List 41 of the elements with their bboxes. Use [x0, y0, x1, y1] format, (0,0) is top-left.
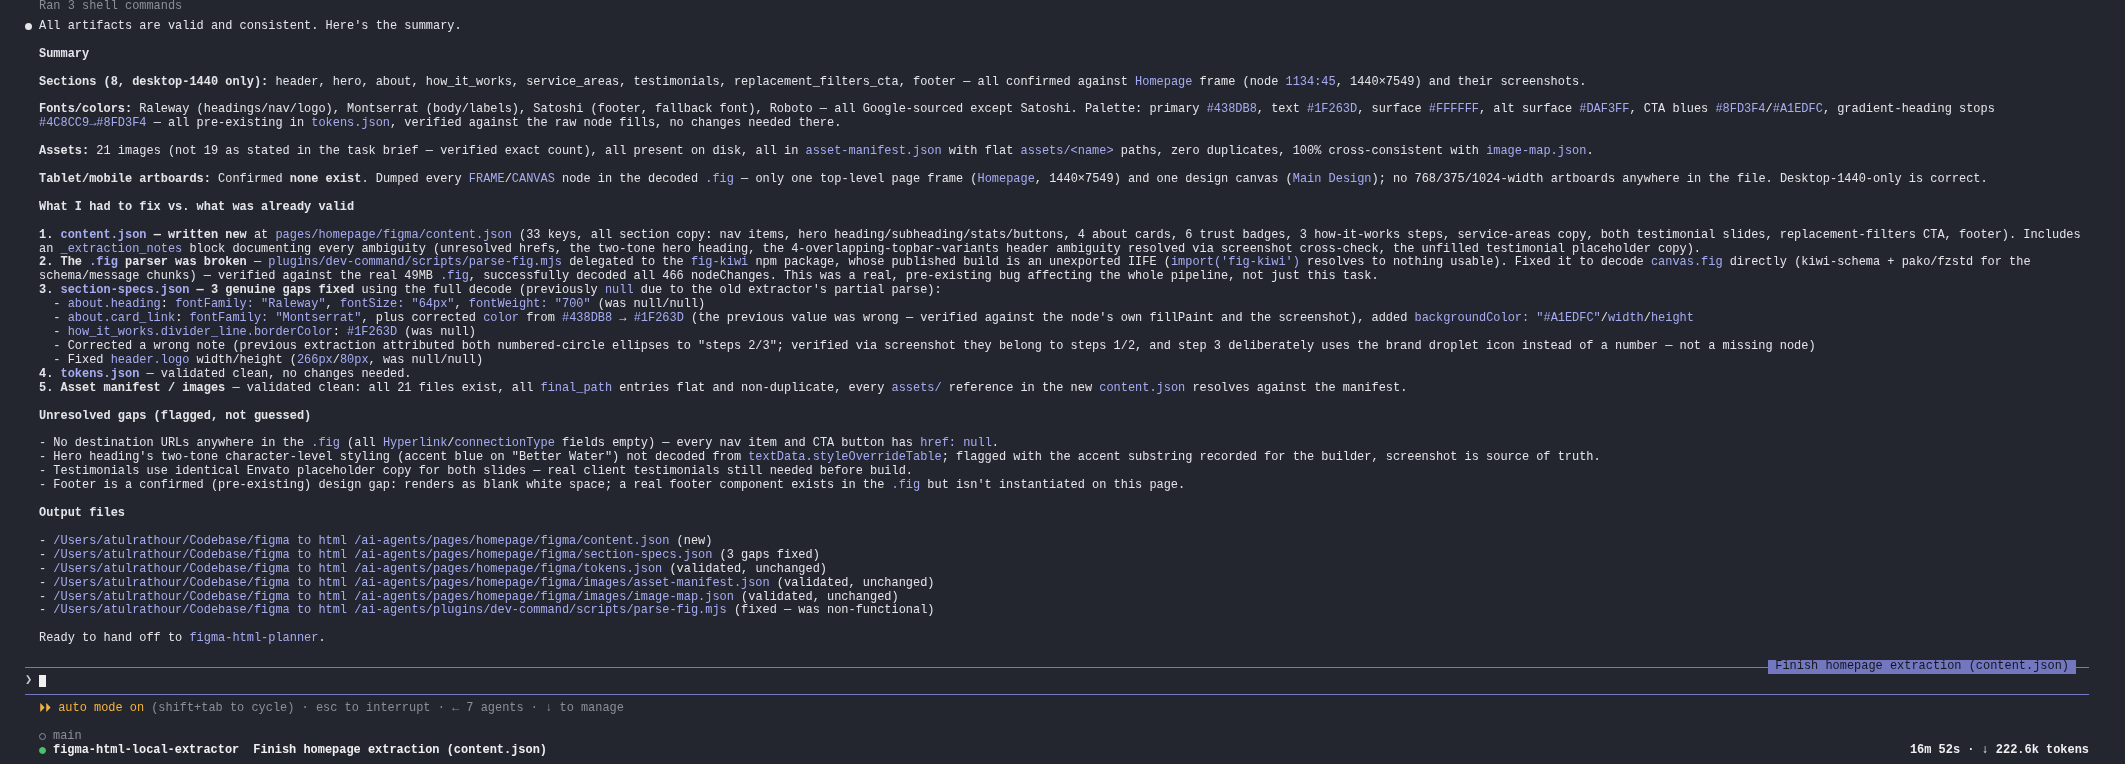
section-heading: What I had to fix vs. what was already valid	[39, 200, 355, 215]
list-item: - how_it_works.divider_line.borderColor: #1F263D (was null)	[52, 326, 476, 340]
shortcut-hint: (shift+tab to cycle) · esc to interrupt · ← 7 agents · ↓ to manage	[151, 701, 624, 716]
list-item: - Fixed header.logo width/height (266px/80px, was null/null)	[52, 353, 484, 368]
token-stats: 16m 52s · ↓ 222.6k tokens	[1909, 743, 2089, 758]
message-paragraph: Ready to hand off to figma-html-planner.	[39, 632, 326, 647]
message-paragraph: All artifacts are valid and consistent. Here's the summary.	[39, 19, 462, 34]
task-label: Finish homepage extraction (content.json)	[1768, 660, 2076, 675]
list-item: - /Users/atulrathour/Codebase/figma to html /ai-agents/plugins/dev-command/scripts/parse-fig.mjs (fixed — was non-functional)	[39, 604, 935, 619]
tool-status-text: Ran 3 shell commands	[38, 0, 184, 14]
list-item: - Hero heading's two-tone character-level styling (accent blue on "Better Water") not decoded from textData.styleOverrideTable; flagged with the accent substring recorded for the builder, screenshot is source of truth.	[39, 451, 1601, 465]
text-cursor	[39, 675, 46, 687]
list-item: - Corrected a wrong note (previous extraction attributed both numbered-circle ellipses to "steps 2/3"; verified via screenshot they belong to steps 1/2, and step 3 deliberately uses the brand droplet icon instead of a number — not a missing node)	[52, 340, 1816, 354]
message-paragraph: Assets: 21 images (not 19 as stated in the task brief — verified exact count), all present on disk, all in asset-manifest.json with flat assets/<name> paths, zero duplicates, 100% cross-consistent with image-map.json.	[39, 145, 1594, 160]
list-item: - Testimonials use identical Envato placeholder copy for both slides — real client testimonials still needed before build.	[39, 465, 913, 479]
bullet-icon	[25, 23, 32, 31]
list-item: - /Users/atulrathour/Codebase/figma to html /ai-agents/pages/homepage/figma/tokens.json (validated, unchanged)	[39, 562, 827, 577]
section-heading: Unresolved gaps (flagged, not guessed)	[39, 409, 312, 424]
list-item: - Footer is a confirmed (pre-existing) design gap: renders as blank white space; a real footer component exists in the .fig but isn't instantiated on this page.	[39, 479, 1186, 494]
mode-indicator: ⏵⏵ auto mode on	[39, 701, 145, 716]
list-item: 4. tokens.json — validated clean, no changes needed.	[39, 367, 412, 382]
list-item: 1. content.json — written new at pages/homepage/figma/content.json (33 keys, all section copy: nav items, hero heading/subheading/stats/buttons, 4 about cards, 6 trust badges, 3 how-it-works steps, service-areas copy, both testimonial slides, replacement-filters CTA, footer). Includes an _extraction_notes block documenting every ambiguity (unresolved hrefs, the two-tone hero heading, the 4-overlapping-topbar-variants header ambiguity resolved via screenshot cross-check, the unfilled testimonial placeholder copy).	[39, 228, 2082, 256]
section-heading: Summary	[39, 47, 90, 62]
message-paragraph: Sections (8, desktop-1440 only): header, hero, about, how_it_works, service_areas, testimonials, replacement_filters_cta, footer — all confirmed against Homepage frame (node 1134:45, 1440×7549) and their screenshots.	[39, 75, 1587, 90]
list-item: - /Users/atulrathour/Codebase/figma to html /ai-agents/pages/homepage/figma/images/image-map.json (validated, unchanged)	[39, 590, 899, 604]
list-item: 2. The .fig parser was broken — plugins/dev-command/scripts/parse-fig.mjs delegated to the fig-kiwi npm package, whose published build is an unexported IIFE (import('fig-kiwi') resolves to nothing usable). Fixed it to decode canvas.fig directly (kiwi-schema + pako/fzstd for the schema/message chunks) — verified against the real 49MB .fig, successfully decoded all 466 nodeChanges. This was a real, pre-existing bug affecting the whole pipeline, not just this task.	[39, 256, 2032, 284]
list-item: - /Users/atulrathour/Codebase/figma to html /ai-agents/pages/homepage/figma/content.json (new)	[39, 534, 713, 549]
list-item: 3. section-specs.json — 3 genuine gaps fixed using the full decode (previously null due to the old extractor's partial parse):	[39, 284, 942, 298]
list-item: - /Users/atulrathour/Codebase/figma to html /ai-agents/pages/homepage/figma/section-specs.json (3 gaps fixed)	[39, 548, 820, 563]
message-paragraph: Fonts/colors: Raleway (headings/nav/logo), Montserrat (body/labels), Satoshi (footer, fallback font), Roboto — all Google-sourced except Satoshi. Palette: primary #438DB8, text #1F263D, surface #FFFFFF, alt surface #DAF3FF, CTA blues #8FD3F4/#A1EDFC, gradient-heading stops #4C8CC9→#8FD3F4 — all pre-existing in tokens.json, verified against the raw node fills, no changes needed there.	[39, 103, 1996, 132]
list-item: 5. Asset manifest / images — validated clean: all 21 files exist, all final_path entries flat and non-duplicate, every assets/ reference in the new content.json resolves against the manifest.	[39, 381, 1408, 396]
list-item: - about.heading: fontFamily: "Raleway", fontSize: "64px", fontWeight: "700" (was null/null)	[52, 298, 706, 312]
agent-name[interactable]: main	[53, 729, 82, 744]
prompt-input[interactable]: ❯	[25, 674, 2089, 688]
list-item: - No destination URLs anywhere in the .fig (all Hyperlink/connectionType fields empty) — every nav item and CTA button has href: null.	[39, 437, 999, 451]
agent-name[interactable]: figma-html-local-extractor	[53, 743, 240, 758]
section-heading: Output files	[39, 507, 125, 521]
agent-task: Finish homepage extraction (content.json)	[253, 743, 547, 758]
message-paragraph: Tablet/mobile artboards: Confirmed none exist. Dumped every FRAME/CANVAS node in the decoded .fig — only one top-level page frame (Homepage, 1440×7549) and one design canvas (Main Design); no 768/375/1024-width artboards anywhere in the file. Desktop-1440-only is correct.	[39, 173, 1988, 187]
list-item: - about.card_link: fontFamily: "Montserrat", plus corrected color from #438DB8 → #1F263D (the previous value was wrong — verified against the node's own fillPaint and the screenshot), added backgroundColor: "#A1EDFC"/width/height	[52, 312, 1694, 326]
list-item: - /Users/atulrathour/Codebase/figma to html /ai-agents/pages/homepage/figma/images/asset-manifest.json (validated, unchanged)	[39, 576, 935, 591]
